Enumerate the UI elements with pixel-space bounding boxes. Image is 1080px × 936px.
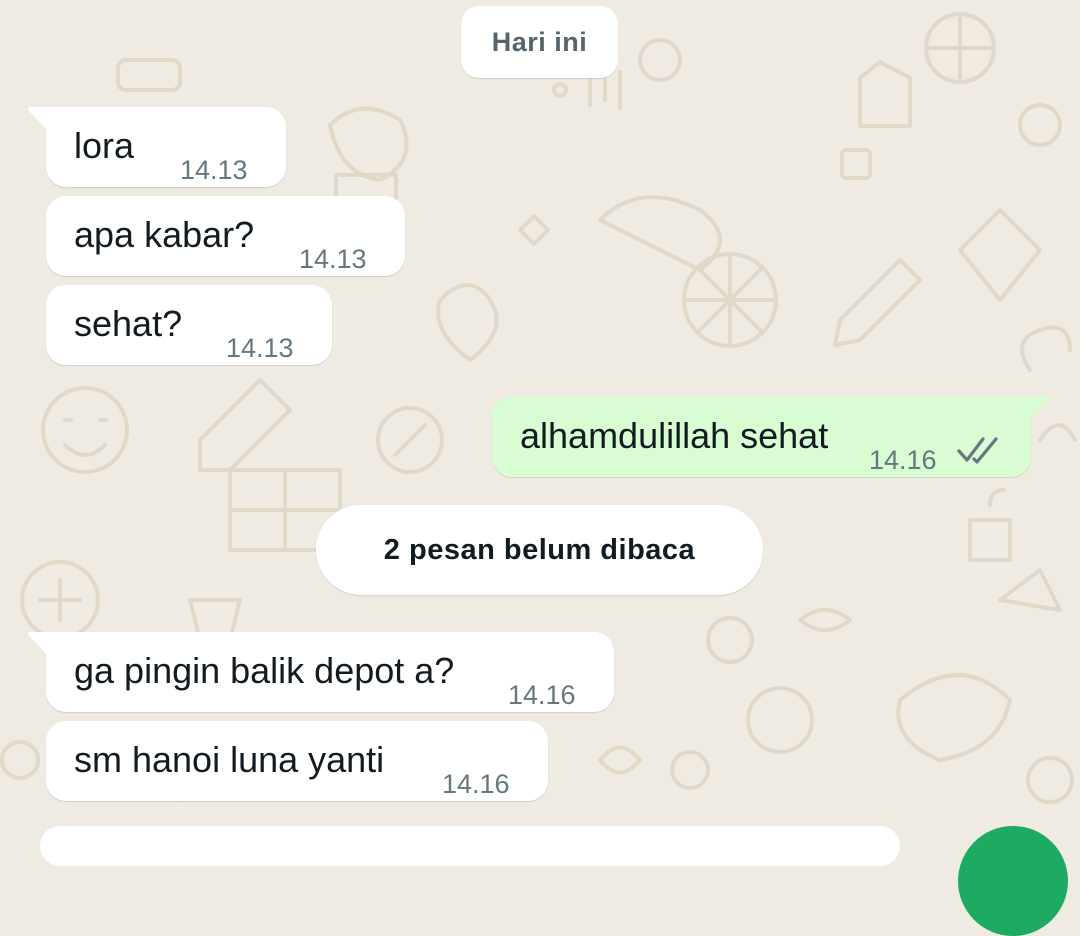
message-timestamp: 14.16: [869, 445, 937, 475]
unread-messages-chip: 2 pesan belum dibaca: [316, 505, 763, 595]
bubble-tail: [27, 107, 46, 129]
message-text: sehat?: [74, 303, 183, 344]
bubble-tail: [1031, 397, 1050, 419]
message-input-bar[interactable]: [40, 826, 900, 866]
incoming-message-bubble[interactable]: sehat? 14.13: [46, 285, 332, 365]
bubble-tail: [27, 632, 46, 654]
message-timestamp: 14.13: [180, 155, 248, 185]
message-text: lora: [74, 125, 135, 166]
incoming-message-bubble[interactable]: apa kabar? 14.13: [46, 196, 405, 276]
message-timestamp: 14.13: [226, 333, 294, 363]
outgoing-message-bubble[interactable]: alhamdulillah sehat 14.16: [492, 397, 1050, 477]
mic-button[interactable]: [958, 826, 1068, 936]
message-text: sm hanoi luna yanti: [74, 739, 385, 780]
double-check-icon: [957, 437, 998, 464]
message-text: apa kabar?: [74, 214, 255, 255]
message-text: alhamdulillah sehat: [520, 415, 829, 456]
message-timestamp: 14.13: [299, 244, 367, 274]
message-timestamp: 14.16: [442, 769, 510, 799]
incoming-message-bubble[interactable]: ga pingin balik depot a? 14.16: [27, 632, 614, 712]
date-separator-chip: Hari ini: [461, 6, 618, 78]
message-timestamp: 14.16: [508, 680, 576, 710]
incoming-message-bubble[interactable]: lora 14.13: [27, 107, 286, 187]
message-text: ga pingin balik depot a?: [74, 650, 455, 691]
incoming-message-bubble[interactable]: sm hanoi luna yanti 14.16: [46, 721, 548, 801]
